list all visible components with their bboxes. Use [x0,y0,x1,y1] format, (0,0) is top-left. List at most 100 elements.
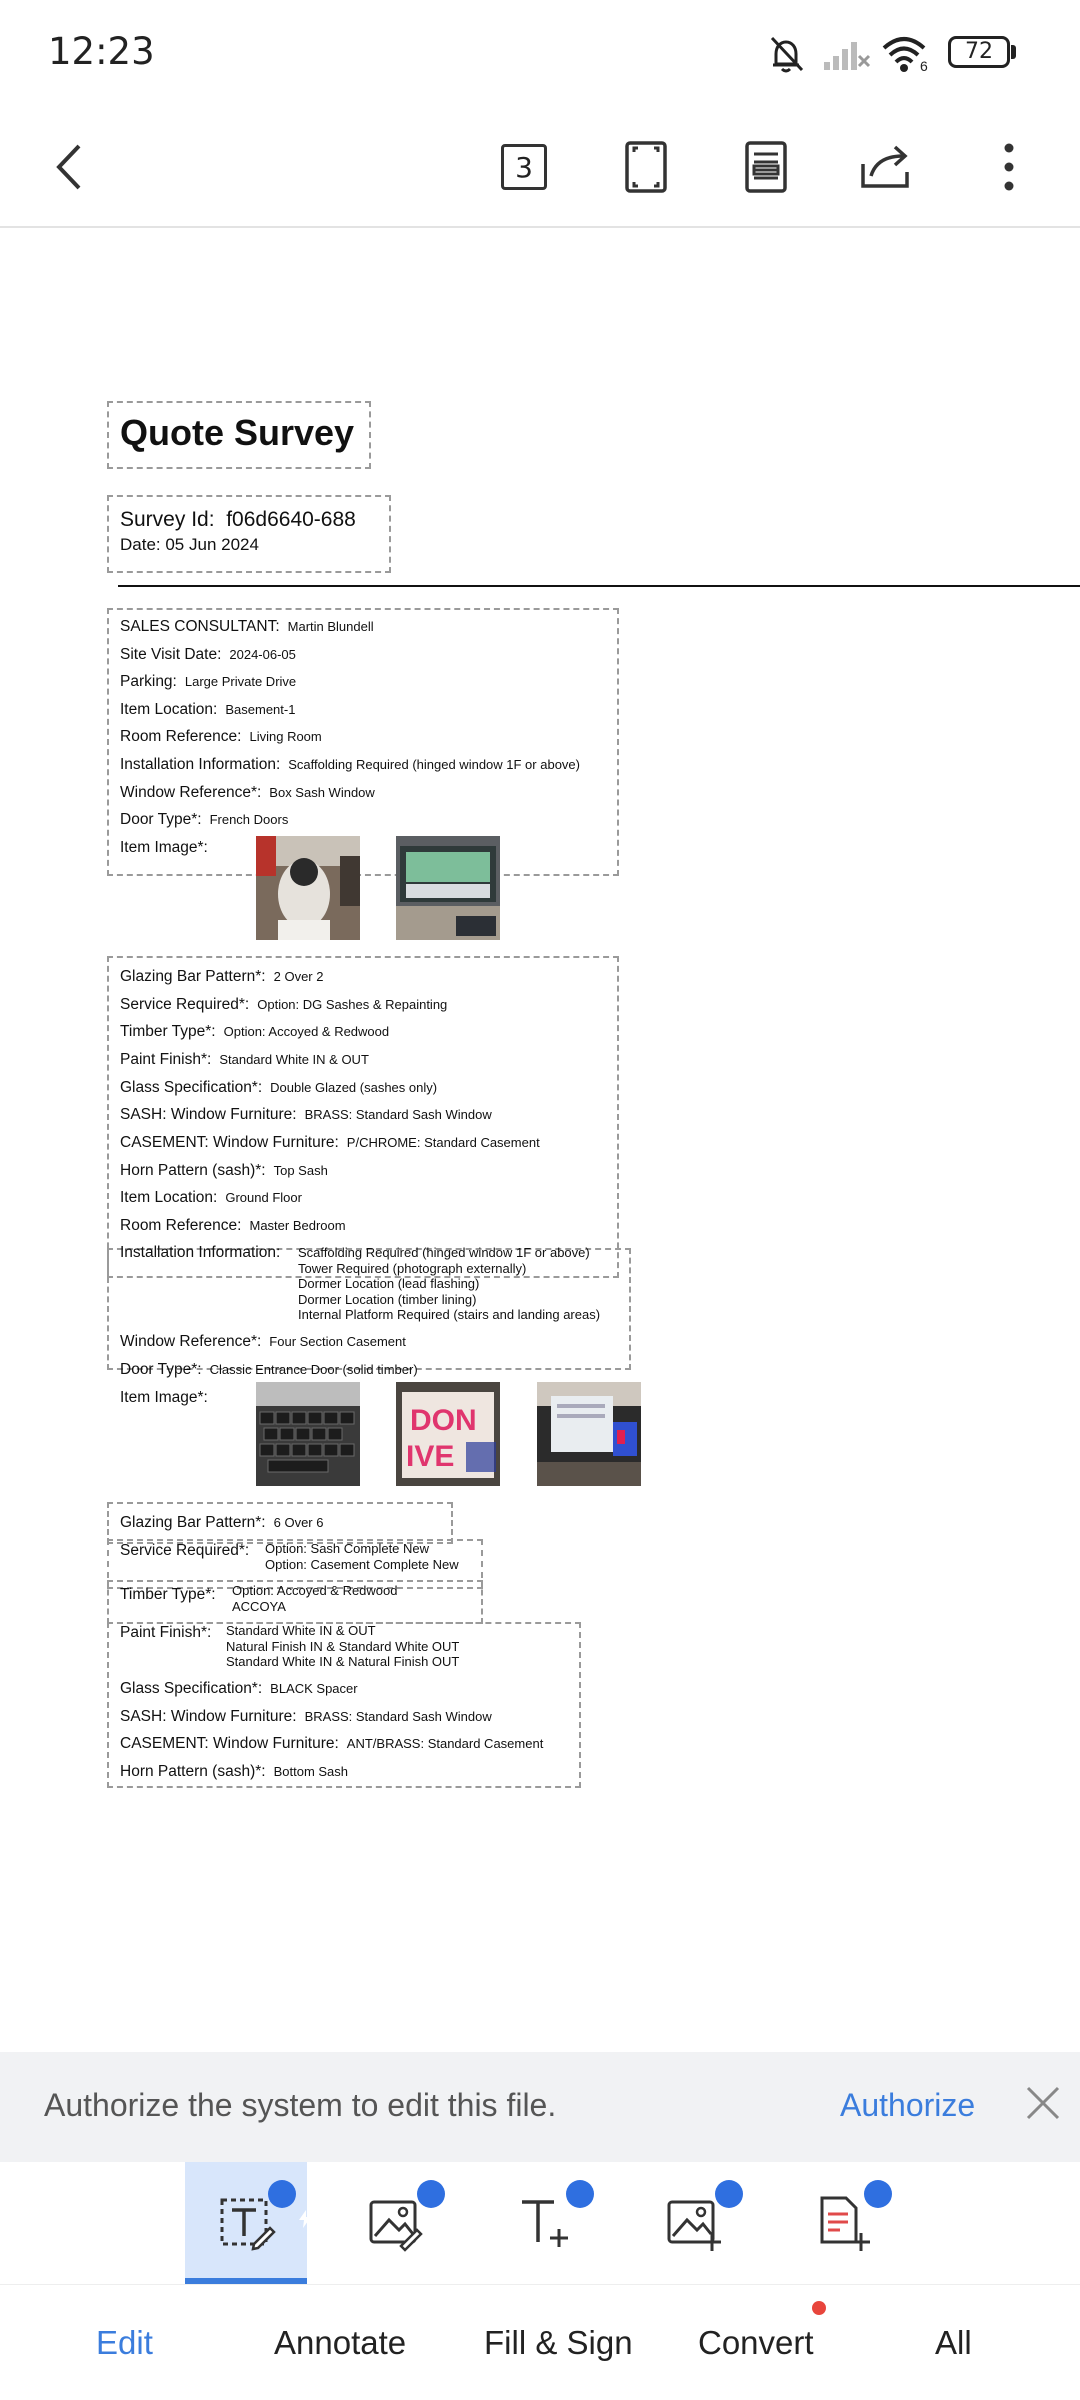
authorize-banner: Authorize the system to edit this file. … [0,2052,1080,2162]
s3-service-label: Service Required*: [120,1542,250,1559]
field-value: Four Section Casement [269,1334,406,1349]
authorize-button[interactable]: Authorize [840,2087,975,2124]
field-value: French Doors [209,812,289,827]
tab-edit[interactable]: Edit [96,2324,153,2362]
banner-message: Authorize the system to edit this file. [44,2087,557,2123]
paint-line: Standard White IN & OUT [226,1623,376,1638]
wifi-icon: 6 [880,32,930,81]
field-label: Timber Type*: [120,1023,216,1040]
section2-field: Room Reference: Master Bedroom [120,1217,346,1235]
status-time: 12:23 [48,30,155,73]
field-label: Glazing Bar Pattern*: [120,968,266,985]
survey-id-box[interactable] [107,495,391,573]
mute-notification-icon [764,32,808,81]
field-label: SALES CONSULTANT: [120,618,280,635]
header-divider [118,585,1080,587]
add-page-icon [820,2196,870,2251]
add-image-tool[interactable] [633,2162,758,2284]
svg-text:IVE: IVE [406,1440,454,1473]
item-image-1[interactable] [256,836,360,940]
field-value: Master Bedroom [249,1218,346,1233]
edit-text-tool[interactable] [186,2162,311,2284]
field-value: Scaffolding Required (hinged window 1F o… [288,757,580,772]
premium-bolt-icon [864,2180,907,2228]
svg-text:DON: DON [410,1404,477,1437]
tab-annotate[interactable]: Annotate [274,2324,406,2362]
section1-field: Site Visit Date: 2024-06-05 [120,646,296,664]
section2-field: Glazing Bar Pattern*: 2 Over 2 [120,968,323,986]
s3-timber-label: Timber Type*: [120,1586,216,1603]
item-image-2[interactable] [396,836,500,940]
section1-field: Item Image*: [120,839,216,857]
section1-field: Item Location: Basement-1 [120,701,295,719]
field-value: Classic Entrance Door (solid timber) [209,1362,418,1377]
field-value: Box Sash Window [269,785,375,800]
document-title: Quote Survey [120,412,355,453]
survey-date: Date: 05 Jun 2024 [120,535,259,554]
item-image-4[interactable]: DON IVE [396,1382,500,1486]
status-bar: 12:23 6 72 [0,0,1080,110]
service-line: Option: Sash Complete New [265,1541,430,1556]
item-image-3[interactable] [256,1382,360,1486]
close-banner-button[interactable] [1022,2082,1064,2124]
top-toolbar: 3 [0,110,1080,228]
field-value: Living Room [249,729,322,744]
field-value: BRASS: Standard Sash Window [304,1107,492,1122]
field-label: Paint Finish*: [120,1051,212,1068]
field-label: Parking: [120,673,177,690]
edit-tools-bar [0,2162,1080,2285]
premium-bolt-icon [715,2180,758,2228]
field-label: CASEMENT: Window Furniture: [120,1134,339,1151]
section2-field: Window Reference*: Four Section Casement [120,1333,406,1351]
section2-field: Horn Pattern (sash)*: Top Sash [120,1162,328,1180]
edit-image-icon [369,2200,423,2252]
section1-field: Parking: Large Private Drive [120,673,296,691]
tab-convert[interactable]: Convert [698,2324,814,2362]
field-label: Window Reference*: [120,784,262,801]
item-image-5[interactable] [537,1382,641,1486]
field-label: Item Image*: [120,1389,208,1406]
more-options-button[interactable] [974,132,1044,202]
install-line: Dormer Location (timber lining) [298,1291,477,1307]
add-page-tool[interactable] [782,2162,907,2284]
field-label: Item Image*: [120,839,208,856]
section1-field: Door Type*: French Doors [120,811,288,829]
s3-glazing: Glazing Bar Pattern*: 6 Over 6 [120,1514,324,1531]
survey-id-label: Survey Id: [120,508,215,531]
section1-field: Room Reference: Living Room [120,728,322,746]
edit-text-icon [220,2198,276,2251]
back-button[interactable] [36,132,106,202]
field-value: Top Sash [273,1163,328,1178]
install-line: Scaffolding Required (hinged window 1F o… [298,1245,590,1260]
paint-line: Natural Finish IN & Standard White OUT [226,1638,460,1654]
field-label: Item Location: [120,701,218,718]
more-vertical-icon [1004,143,1014,191]
s2-installation-values: Scaffolding Required (hinged window 1F o… [298,1245,600,1323]
field-value: Option: Accoyed & Redwood [223,1024,390,1039]
s3-timber-values: Option: Accoyed & Redwood ACCOYA [232,1583,398,1614]
page-count: 3 [501,144,547,190]
page-count-button[interactable]: 3 [489,132,559,202]
s3-paint-values: Standard White IN & OUT Natural Finish I… [226,1623,459,1670]
section2-field: Service Required*: Option: DG Sashes & Re… [120,996,447,1014]
field-value: Option: DG Sashes & Repainting [257,997,448,1012]
survey-id-value: f06d6640-688 [226,508,356,531]
s2-installation-label: Installation Information: [120,1244,281,1261]
field-value: Standard White IN & OUT [219,1052,369,1067]
edit-image-tool[interactable] [335,2162,460,2284]
tab-all[interactable]: All [935,2324,972,2362]
share-button[interactable] [852,132,922,202]
notification-dot [812,2301,826,2315]
premium-bolt-icon [566,2180,609,2228]
battery-icon: 72 [948,36,1010,68]
tab-fill-sign[interactable]: Fill & Sign [484,2324,633,2362]
field-label: Room Reference: [120,1217,242,1234]
timber-line: Option: Accoyed & Redwood [232,1583,398,1598]
fullscreen-button[interactable] [611,132,681,202]
premium-bolt-icon [417,2180,460,2228]
fullscreen-icon [625,141,667,193]
field-label: Glass Specification*: [120,1079,263,1096]
add-text-tool[interactable] [484,2162,609,2284]
reading-mode-button[interactable] [731,132,801,202]
field-label: Horn Pattern (sash)*: [120,1162,266,1179]
